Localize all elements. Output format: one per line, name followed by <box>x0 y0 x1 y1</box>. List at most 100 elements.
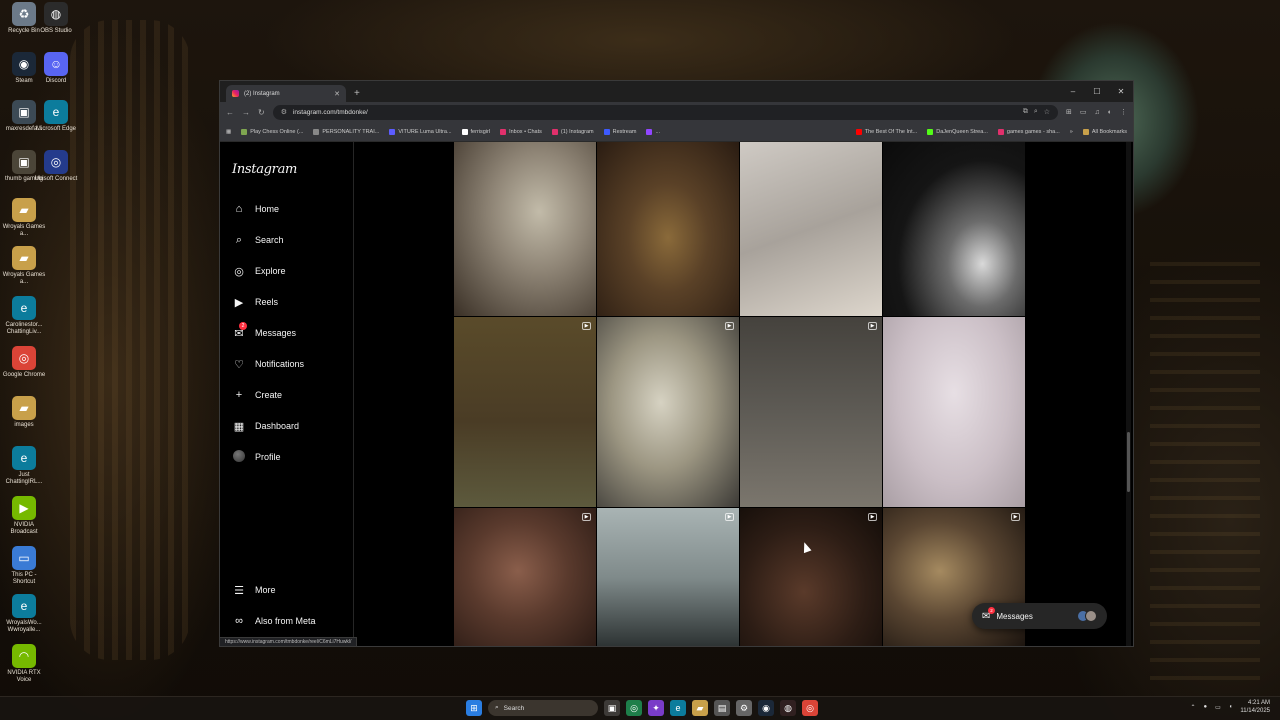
post-thumbnail[interactable]: ▶ <box>597 317 739 507</box>
obs-icon[interactable]: ◍ <box>780 700 796 716</box>
desktop-icon[interactable]: ◍ OBS Studio <box>34 2 78 35</box>
nav-item-also-from-meta[interactable]: ∞ Also from Meta <box>232 613 315 629</box>
maximize-button[interactable]: ☐ <box>1085 87 1109 96</box>
post-thumbnail[interactable] <box>883 317 1025 507</box>
bookmark-item[interactable]: PERSONALITY TRAI... <box>313 128 379 135</box>
headset-icon[interactable]: ◎ <box>626 700 642 716</box>
nav-item-profile[interactable]: Profile <box>232 449 353 465</box>
instagram-logo[interactable]: Instagram <box>232 162 353 177</box>
back-icon[interactable]: ← <box>226 108 234 117</box>
taskbar-search[interactable]: ⌕ Search <box>488 700 598 716</box>
nav-item-label: More <box>255 585 276 595</box>
sidepanel-icon[interactable]: ▭ <box>1080 108 1087 116</box>
nvidia-icon: ▶ <box>12 496 36 520</box>
post-thumbnail[interactable]: ▶ <box>454 317 596 507</box>
apps-icon[interactable]: ▦ <box>226 129 231 135</box>
install-app-icon[interactable]: ⧉ <box>1023 108 1028 116</box>
address-bar[interactable]: ⚙ instagram.com/tmbdonke/ ⧉ ⌕ ☆ <box>272 104 1059 120</box>
media-icon[interactable]: ♫ <box>1095 109 1100 116</box>
desktop-icon[interactable]: e WroyalsWo... Wwroyalle... <box>2 594 46 634</box>
bookmark-item[interactable]: ... <box>646 128 660 135</box>
file-explorer-icon[interactable]: ▰ <box>692 700 708 716</box>
nav-item-explore[interactable]: ◎ Explore <box>232 263 353 279</box>
desktop-icon[interactable]: e Microsoft Edge <box>34 100 78 133</box>
bookmarks-overflow-icon[interactable]: » <box>1070 129 1073 135</box>
headset-icon: ◠ <box>12 644 36 668</box>
microphone-icon[interactable]: ● <box>1203 704 1207 710</box>
bookmark-item[interactable]: (1) Instagram <box>551 128 594 135</box>
steam-icon[interactable]: ◉ <box>758 700 774 716</box>
nav-item-label: Search <box>255 235 284 245</box>
task-view-icon[interactable]: ▣ <box>604 700 620 716</box>
desktop-icon[interactable]: e Carolinestor... ChattingLiv... <box>2 296 46 336</box>
desktop-icon[interactable]: ◎ Ubisoft Connect <box>34 150 78 183</box>
site-info-icon[interactable]: ⚙ <box>281 108 287 116</box>
bookmark-item[interactable]: games games - sha... <box>997 128 1060 135</box>
page-scrollbar[interactable] <box>1126 142 1131 646</box>
post-thumbnail[interactable]: ▶ <box>740 317 882 507</box>
profile-icon[interactable]: ◐ <box>1108 109 1112 116</box>
nav-item-home[interactable]: ⌂ Home <box>232 201 353 217</box>
desktop-icon[interactable]: ▰ Wroyals Games a... <box>2 198 46 238</box>
edge-icon: e <box>44 100 68 124</box>
messages-pill[interactable]: ✉ 2 Messages <box>972 603 1107 629</box>
desktop-icon[interactable]: ▰ images <box>2 396 46 429</box>
tab-instagram[interactable]: (2) Instagram ✕ <box>226 85 346 102</box>
volume-icon[interactable]: ◖ <box>1229 704 1233 710</box>
extensions-icon[interactable]: ⊞ <box>1066 108 1072 116</box>
post-thumbnail[interactable] <box>883 142 1025 316</box>
scrollbar-thumb[interactable] <box>1127 432 1130 492</box>
edge-icon[interactable]: e <box>670 700 686 716</box>
nav-item-label: Home <box>255 204 280 214</box>
bookmark-item[interactable]: Inbox • Chats <box>500 128 542 135</box>
desktop-icon[interactable]: ◠ NVIDIA RTX Voice <box>2 644 46 684</box>
post-thumbnail[interactable]: ▶ <box>454 508 596 646</box>
nav-item-messages[interactable]: ✉ 2 Messages <box>232 322 353 341</box>
close-tab-icon[interactable]: ✕ <box>334 90 340 98</box>
store-icon[interactable]: ▤ <box>714 700 730 716</box>
close-window-button[interactable]: ✕ <box>1109 87 1133 96</box>
desktop-icon[interactable]: ▶ NVIDIA Broadcast <box>2 496 46 536</box>
bookmark-item[interactable]: Restream <box>603 128 636 135</box>
heart-icon: ♡ <box>234 358 244 371</box>
minimize-button[interactable]: – <box>1061 87 1085 96</box>
desktop-icon[interactable]: ▰ Wroyals Games a... <box>2 246 46 286</box>
nav-item-reels[interactable]: ▶ Reels <box>232 294 353 310</box>
post-thumbnail[interactable]: ▶ <box>740 508 882 646</box>
bookmark-star-icon[interactable]: ☆ <box>1044 108 1050 116</box>
bookmark-favicon-icon <box>997 128 1004 135</box>
bookmarks-right-list: The Best Of The Int... DaJenQueen Strea..… <box>855 128 1060 135</box>
zoom-icon[interactable]: ⌕ <box>1034 108 1038 116</box>
bookmark-item[interactable]: ferrisgirl <box>461 128 490 135</box>
bookmark-item[interactable]: VITURE Luma Ultra... <box>389 128 452 135</box>
post-thumbnail[interactable] <box>454 142 596 316</box>
desktop-icon[interactable]: ◎ Google Chrome <box>2 346 46 379</box>
windows-start-icon[interactable]: ⊞ <box>466 700 482 716</box>
bookmark-item[interactable]: The Best Of The Int... <box>855 128 917 135</box>
post-thumbnail[interactable]: ▶ <box>597 508 739 646</box>
nav-item-notifications[interactable]: ♡ Notifications <box>232 356 353 372</box>
all-bookmarks-button[interactable]: All Bookmarks <box>1082 128 1127 135</box>
post-thumbnail[interactable] <box>597 142 739 316</box>
chrome-icon[interactable]: ◎ <box>802 700 818 716</box>
new-tab-button[interactable]: + <box>354 88 360 99</box>
clock[interactable]: 4:21 AM 11/14/2025 <box>1240 699 1270 715</box>
reload-icon[interactable]: ↻ <box>258 108 265 117</box>
bookmark-item[interactable]: Play Chess Online (... <box>241 128 303 135</box>
nav-item-dashboard[interactable]: ▦ Dashboard <box>232 418 353 434</box>
nav-item-more[interactable]: ☰ More <box>232 582 316 598</box>
nav-item-create[interactable]: + Create <box>232 387 353 403</box>
post-thumbnail[interactable] <box>740 142 882 316</box>
nav-item-search[interactable]: ⌕ Search <box>232 232 353 248</box>
desktop-icon[interactable]: e Just ChattingIRL... <box>2 446 46 486</box>
forward-icon[interactable]: → <box>242 108 250 117</box>
desktop-icon[interactable]: ☺ Discord <box>34 52 78 85</box>
desktop-icon[interactable]: ▭ This PC - Shortcut <box>2 546 46 586</box>
settings-gear-icon[interactable]: ⚙ <box>736 700 752 716</box>
menu-dots-icon[interactable]: ⋮ <box>1120 108 1127 116</box>
tray-overflow-icon[interactable]: ⌃ <box>1190 704 1195 711</box>
clock-date: 11/14/2025 <box>1240 708 1270 714</box>
network-icon[interactable]: ▭ <box>1215 704 1221 711</box>
bookmark-item[interactable]: DaJenQueen Strea... <box>927 128 988 135</box>
copilot-icon[interactable]: ✦ <box>648 700 664 716</box>
